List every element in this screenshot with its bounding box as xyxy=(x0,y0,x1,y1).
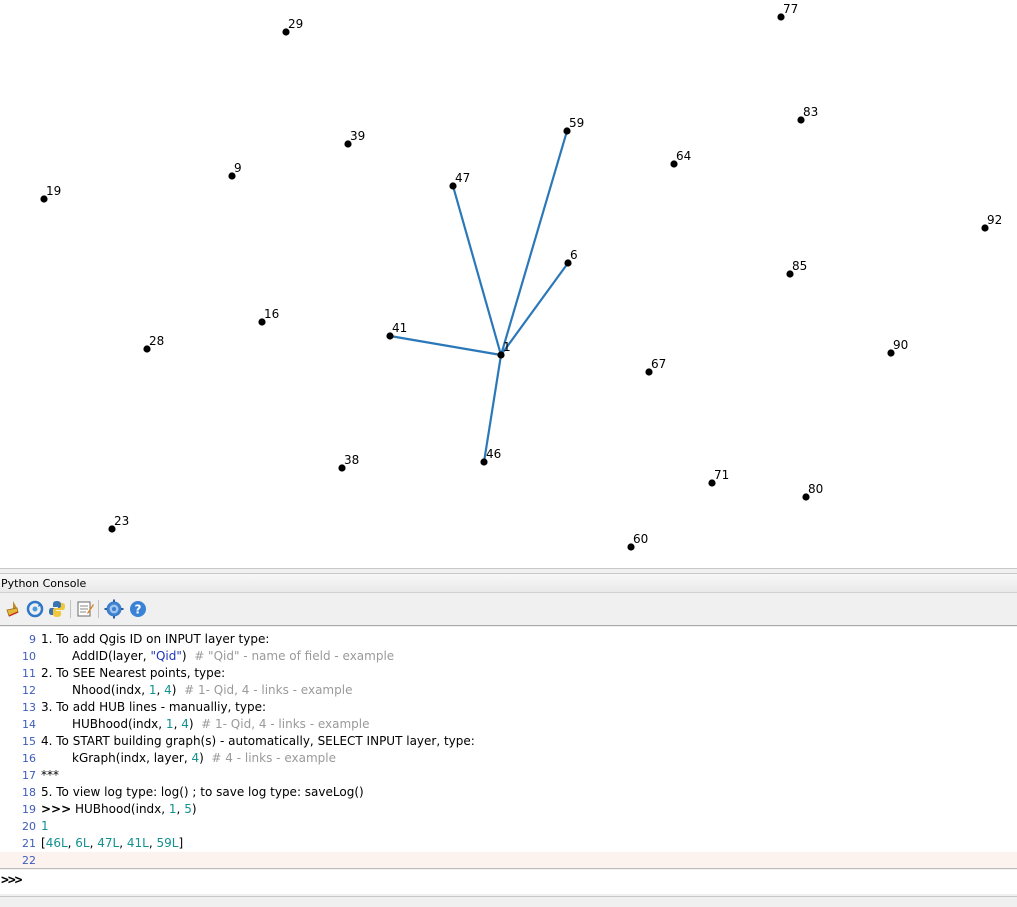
console-line: 14 HUBhood(indx, 1, 4) # 1- Qid, 4 - link… xyxy=(0,716,1017,733)
hub-link-59 xyxy=(499,130,569,356)
console-line: 20 1 xyxy=(0,818,1017,835)
point-label-47: 47 xyxy=(455,171,470,185)
line-number: 15 xyxy=(22,735,36,748)
run-command-icon[interactable] xyxy=(25,599,45,619)
point-label-16: 16 xyxy=(264,307,279,321)
console-output[interactable]: 9 1. To add Qgis ID on INPUT layer type: 1… xyxy=(0,627,1017,869)
hub-link-47 xyxy=(451,185,503,356)
point-label-1: 1 xyxy=(503,340,511,354)
point-label-46: 46 xyxy=(486,447,501,461)
console-line: 18 5. To view log type: log() ; to save l… xyxy=(0,784,1017,801)
line-text: 2. To SEE Nearest points, type: xyxy=(41,666,226,680)
line-text: 3. To add HUB lines - manualliy, type: xyxy=(41,700,267,714)
input-prompt: >>> xyxy=(1,873,23,888)
line-text: 1. To add Qgis ID on INPUT layer type: xyxy=(41,632,270,646)
point-label-67: 67 xyxy=(651,357,666,371)
point-label-6: 6 xyxy=(570,248,578,262)
line-number: 20 xyxy=(22,820,36,833)
console-title: Python Console xyxy=(0,574,1017,593)
console-line: 10 AddID(layer, "Qid") # "Qid" - name of … xyxy=(0,648,1017,665)
console-line: 17 *** xyxy=(0,767,1017,784)
toolbar-separator xyxy=(70,600,71,618)
hub-link-46 xyxy=(482,354,503,463)
console-line: 11 2. To SEE Nearest points, type: xyxy=(0,665,1017,682)
point-label-90: 90 xyxy=(893,338,908,352)
console-input[interactable]: >>> xyxy=(0,870,1017,894)
console-line: 22 xyxy=(0,852,1017,868)
line-number: 13 xyxy=(22,701,36,714)
line-number: 19 xyxy=(22,803,36,816)
map-svg[interactable]: 29 77 83 59 39 64 9 47 19 92 6 85 16 41 28 1 90 67 46 38 71 8… xyxy=(0,0,1017,568)
line-text: HUBhood(indx, 1, 4) # 1- Qid, 4 - links … xyxy=(72,717,370,731)
point-label-9: 9 xyxy=(234,161,242,175)
status-bar xyxy=(0,896,1017,907)
line-text: 5. To view log type: log() ; to save log… xyxy=(41,785,364,799)
line-number: 12 xyxy=(22,684,36,697)
point-label-59: 59 xyxy=(569,116,584,130)
point-label-60: 60 xyxy=(633,532,648,546)
line-number: 9 xyxy=(29,633,36,646)
point-label-23: 23 xyxy=(114,514,129,528)
point-label-38: 38 xyxy=(344,453,359,467)
point-label-64: 64 xyxy=(676,149,691,163)
line-number: 10 xyxy=(22,650,36,663)
console-line: 9 1. To add Qgis ID on INPUT layer type: xyxy=(0,631,1017,648)
line-number: 16 xyxy=(22,752,36,765)
line-number: 11 xyxy=(22,667,36,680)
console-line: 21 [46L, 6L, 47L, 41L, 59L] xyxy=(0,835,1017,852)
hub-link-6 xyxy=(500,262,569,356)
line-text: >>> HUBhood(indx, 1, 5) xyxy=(41,802,197,816)
svg-text:?: ? xyxy=(135,603,142,617)
line-text: AddID(layer, "Qid") # "Qid" - name of fi… xyxy=(72,649,395,663)
hub-link-41 xyxy=(389,334,502,357)
point-label-80: 80 xyxy=(808,482,823,496)
line-text: [46L, 6L, 47L, 41L, 59L] xyxy=(41,836,184,850)
point-label-19: 19 xyxy=(46,184,61,198)
point-label-85: 85 xyxy=(792,259,807,273)
point-label-71: 71 xyxy=(714,468,729,482)
settings-icon[interactable] xyxy=(104,599,124,619)
show-editor-icon[interactable] xyxy=(75,599,95,619)
line-text: 4. To START building graph(s) - automati… xyxy=(41,734,475,748)
line-number: 18 xyxy=(22,786,36,799)
point-label-77: 77 xyxy=(783,2,798,16)
point-label-41: 41 xyxy=(392,321,407,335)
line-text: Nhood(indx, 1, 4) # 1- Qid, 4 - links - … xyxy=(72,683,353,697)
point-label-28: 28 xyxy=(149,334,164,348)
point-label-39: 39 xyxy=(350,129,365,143)
clear-console-icon[interactable] xyxy=(3,599,23,619)
line-number: 14 xyxy=(22,718,36,731)
python-icon[interactable] xyxy=(47,599,67,619)
console-line: 15 4. To START building graph(s) - automa… xyxy=(0,733,1017,750)
python-console-panel: Python Console ? 9 1. To add Qgis ID on … xyxy=(0,574,1017,907)
line-text: 1 xyxy=(41,819,49,833)
line-number: 17 xyxy=(22,769,36,782)
help-icon[interactable]: ? xyxy=(128,599,148,619)
point-label-29: 29 xyxy=(288,17,303,31)
point-label-92: 92 xyxy=(987,213,1002,227)
console-line: 16 kGraph(indx, layer, 4) # 4 - links - e… xyxy=(0,750,1017,767)
map-canvas[interactable]: 29 77 83 59 39 64 9 47 19 92 6 85 16 41 28 1 90 67 46 38 71 8… xyxy=(0,0,1017,568)
console-toolbar: ? xyxy=(0,594,1017,626)
point-label-83: 83 xyxy=(803,105,818,119)
console-line: 13 3. To add HUB lines - manualliy, type: xyxy=(0,699,1017,716)
console-line: 19 >>> HUBhood(indx, 1, 5) xyxy=(0,801,1017,818)
toolbar-separator xyxy=(98,600,99,618)
line-number: 21 xyxy=(22,837,36,850)
line-text: kGraph(indx, layer, 4) # 4 - links - exa… xyxy=(72,751,336,765)
line-text: *** xyxy=(41,768,59,782)
console-line: 12 Nhood(indx, 1, 4) # 1- Qid, 4 - links … xyxy=(0,682,1017,699)
line-number: 22 xyxy=(22,854,36,867)
